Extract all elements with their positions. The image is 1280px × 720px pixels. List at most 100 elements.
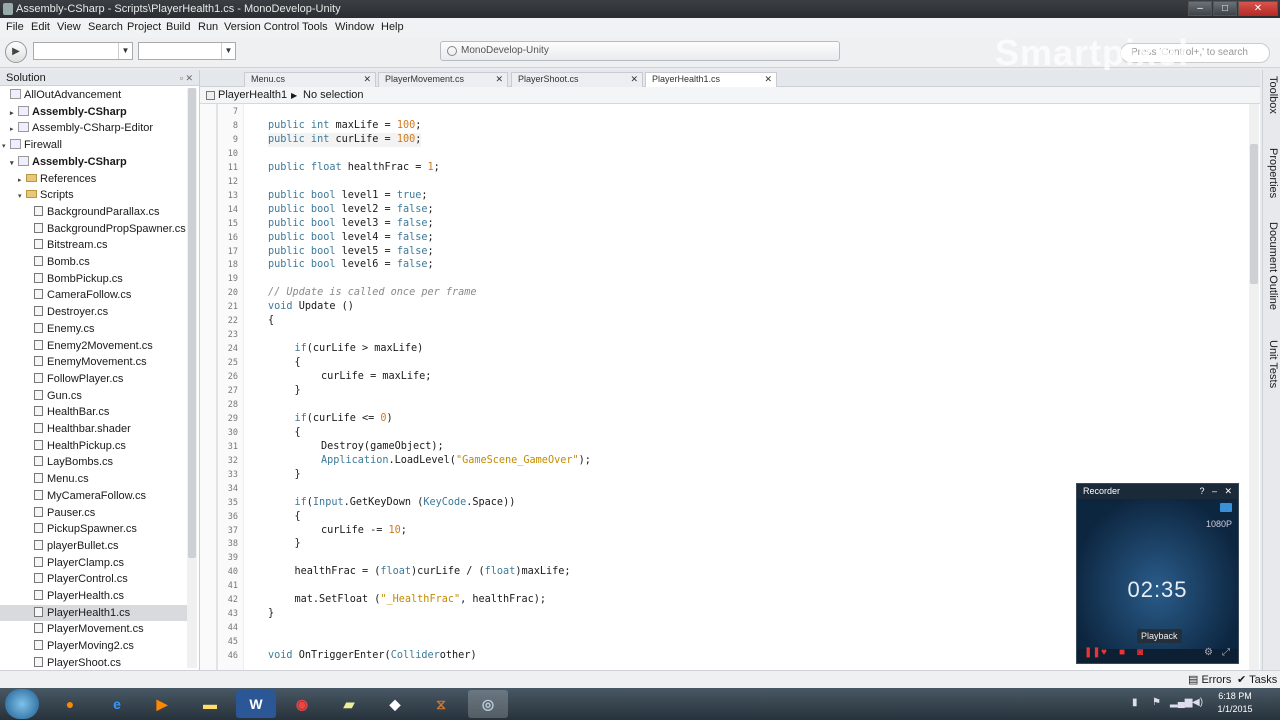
unit-tests-tab[interactable]: Unit Tests: [1265, 340, 1279, 388]
file-item[interactable]: PlayerClamp.cs: [26, 555, 124, 571]
menu-version-control[interactable]: Version Control: [224, 21, 299, 33]
monodevelop-taskbar-icon[interactable]: ◎: [468, 690, 508, 718]
network-icon[interactable]: ▂▄▆: [1170, 697, 1192, 708]
pause-icon[interactable]: ❚❚: [1084, 647, 1101, 658]
file-item[interactable]: MyCameraFollow.cs: [26, 488, 146, 504]
file-item[interactable]: Enemy.cs: [26, 321, 94, 337]
menu-edit[interactable]: Edit: [31, 21, 50, 33]
file-item[interactable]: CameraFollow.cs: [26, 287, 131, 303]
expander-icon[interactable]: ▸: [18, 173, 26, 189]
tab-playermovement-cs[interactable]: PlayerMovement.cs ✕: [378, 72, 508, 87]
file-item[interactable]: BombPickup.cs: [26, 271, 123, 287]
chrome-icon[interactable]: ◉: [282, 690, 322, 718]
editor-scrollbar[interactable]: [1249, 104, 1259, 670]
run-button[interactable]: ▶: [5, 41, 27, 63]
taskbar-clock[interactable]: 6:18 PM 1/1/2015: [1210, 690, 1260, 716]
battery-icon[interactable]: ▮: [1132, 697, 1138, 708]
file-item[interactable]: playerBullet.cs: [26, 538, 119, 554]
file-item[interactable]: PlayerHealth1.cs: [0, 604, 187, 621]
folder-item[interactable]: ▾ Scripts: [18, 187, 74, 203]
menu-view[interactable]: View: [57, 21, 81, 33]
file-item[interactable]: BackgroundPropSpawner.cs: [26, 221, 186, 237]
heart-icon[interactable]: ♥: [1101, 647, 1107, 658]
configuration-select[interactable]: ▼: [33, 42, 133, 60]
document-outline-tab[interactable]: Document Outline: [1265, 222, 1279, 310]
tasks-pad-button[interactable]: ✔ Tasks: [1237, 673, 1277, 686]
notes-icon[interactable]: ▰: [329, 690, 369, 718]
file-item[interactable]: PlayerControl.cs: [26, 571, 128, 587]
project-item[interactable]: ▸ Assembly-CSharp-Editor: [10, 120, 153, 136]
menu-tools[interactable]: Tools: [302, 21, 328, 33]
properties-tab[interactable]: Properties: [1265, 148, 1279, 198]
word-icon[interactable]: W: [236, 690, 276, 718]
file-item[interactable]: Gun.cs: [26, 388, 82, 404]
camera-icon[interactable]: [1220, 503, 1232, 512]
menu-window[interactable]: Window: [335, 21, 374, 33]
folder-item[interactable]: ▸ References: [18, 171, 96, 187]
file-item[interactable]: Healthbar.shader: [26, 421, 131, 437]
close-icon[interactable]: ✕: [764, 73, 772, 86]
file-item[interactable]: PickupSpawner.cs: [26, 521, 137, 537]
file-item[interactable]: FollowPlayer.cs: [26, 371, 123, 387]
pad-close-icon[interactable]: ▫ ✕: [180, 70, 193, 86]
recorder-window-buttons[interactable]: ? – ✕: [1199, 484, 1232, 499]
project-item[interactable]: ▾ Assembly-CSharp: [10, 154, 127, 170]
volume-icon[interactable]: ◀): [1192, 697, 1203, 708]
close-icon[interactable]: ✕: [363, 73, 371, 86]
menu-search[interactable]: Search: [88, 21, 123, 33]
menu-project[interactable]: Project: [127, 21, 161, 33]
close-button[interactable]: ✕: [1238, 1, 1278, 16]
menu-help[interactable]: Help: [381, 21, 404, 33]
menu-file[interactable]: File: [6, 21, 24, 33]
solution-item[interactable]: AllOutAdvancement: [2, 87, 121, 103]
expander-icon[interactable]: ▾: [2, 139, 10, 155]
file-item[interactable]: Bomb.cs: [26, 254, 90, 270]
file-item[interactable]: PlayerHealth.cs: [26, 588, 124, 604]
file-item[interactable]: Menu.cs: [26, 471, 89, 487]
solution-scrollbar[interactable]: [187, 88, 197, 668]
unity-icon[interactable]: ◆: [375, 690, 415, 718]
file-item[interactable]: Bitstream.cs: [26, 237, 108, 253]
file-item[interactable]: Enemy2Movement.cs: [26, 338, 153, 354]
toolbox-tab[interactable]: Toolbox: [1265, 76, 1279, 114]
screenshot-icon[interactable]: ◙: [1137, 647, 1143, 658]
maximize-button[interactable]: □: [1213, 1, 1237, 16]
expander-icon[interactable]: ▸: [10, 122, 18, 138]
file-item[interactable]: PlayerMovement.cs: [26, 621, 144, 637]
solution-item[interactable]: ▾ Firewall: [2, 137, 62, 153]
gear-icon[interactable]: ⚙: [1204, 647, 1213, 658]
media-player-icon[interactable]: ▶: [142, 690, 182, 718]
close-icon[interactable]: ✕: [495, 73, 503, 86]
start-button[interactable]: [5, 689, 39, 719]
expand-icon[interactable]: ⤢: [1222, 647, 1230, 658]
scrollbar-thumb[interactable]: [188, 88, 196, 558]
close-icon[interactable]: ✕: [630, 73, 638, 86]
breadcrumb-class[interactable]: PlayerHealth1: [218, 87, 287, 104]
file-item[interactable]: PlayerMoving2.cs: [26, 638, 134, 654]
file-item[interactable]: Destroyer.cs: [26, 304, 108, 320]
scrollbar-thumb[interactable]: [1250, 144, 1258, 284]
file-item[interactable]: LayBombs.cs: [26, 454, 113, 470]
tab-menu-cs[interactable]: Menu.cs ✕: [244, 72, 376, 87]
file-explorer-icon[interactable]: ▬: [190, 690, 230, 718]
stop-icon[interactable]: ■: [1119, 647, 1125, 658]
errors-pad-button[interactable]: ▤ Errors: [1188, 673, 1231, 686]
recorder-app-icon[interactable]: ⧖: [421, 690, 461, 718]
firefox-icon[interactable]: ●: [50, 690, 90, 718]
minimize-button[interactable]: –: [1188, 1, 1212, 16]
breadcrumb-selection[interactable]: No selection: [303, 87, 364, 104]
flag-icon[interactable]: ⚑: [1152, 697, 1161, 708]
file-item[interactable]: Pauser.cs: [26, 505, 95, 521]
file-item[interactable]: PlayerShoot.cs: [26, 655, 121, 671]
project-item[interactable]: ▸ Assembly-CSharp: [10, 104, 127, 120]
file-item[interactable]: EnemyMovement.cs: [26, 354, 147, 370]
tab-playershoot-cs[interactable]: PlayerShoot.cs ✕: [511, 72, 643, 87]
expander-icon[interactable]: ▸: [10, 106, 18, 122]
menu-run[interactable]: Run: [198, 21, 218, 33]
expander-icon[interactable]: ▾: [18, 189, 26, 205]
tab-playerhealth1-cs[interactable]: PlayerHealth1.cs ✕: [645, 72, 777, 88]
menu-build[interactable]: Build: [166, 21, 190, 33]
file-item[interactable]: HealthPickup.cs: [26, 438, 126, 454]
target-select[interactable]: ▼: [138, 42, 236, 60]
internet-explorer-icon[interactable]: e: [97, 690, 137, 718]
